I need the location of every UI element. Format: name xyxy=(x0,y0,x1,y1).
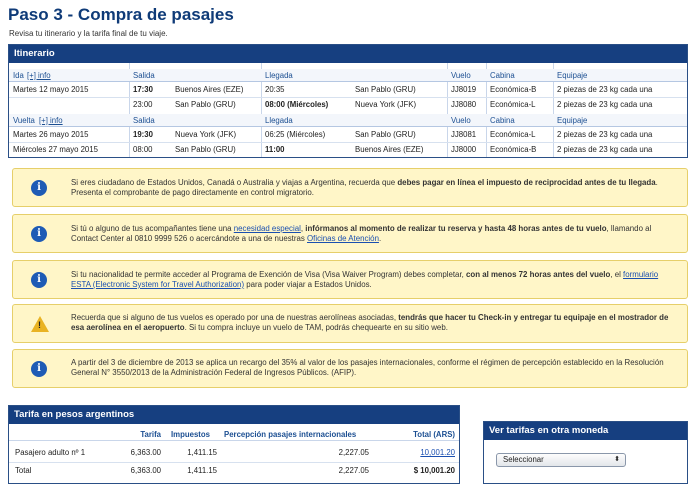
col-llegada: Llegada xyxy=(265,116,293,125)
baggage-allowance: 2 piezas de 23 kg cada una xyxy=(557,100,653,109)
currency-panel: Ver tarifas en otra moneda Seleccionar ⬍ xyxy=(483,421,688,484)
flight-date: Miércoles 27 mayo 2015 xyxy=(13,145,98,154)
flight-date: Martes 26 mayo 2015 xyxy=(13,130,89,139)
departure-city: San Pablo (GRU) xyxy=(175,100,236,109)
col-total: Total (ARS) xyxy=(413,430,455,439)
warning-icon: ! xyxy=(31,316,49,332)
taxes-value: 1,411.15 xyxy=(187,448,217,457)
baggage-allowance: 2 piezas de 23 kg cada una xyxy=(557,85,653,94)
fare-panel: Tarifa en pesos argentinos Tarifa Impues… xyxy=(8,405,460,484)
currency-select-value: Seleccionar xyxy=(503,455,544,464)
col-cabina: Cabina xyxy=(490,71,515,80)
cabin-class: Económica-B xyxy=(490,85,537,94)
currency-select[interactable]: Seleccionar ⬍ xyxy=(496,453,626,467)
col-llegada: Llegada xyxy=(265,71,293,80)
flight-number: JJ8081 xyxy=(451,130,477,139)
notice-partner-airline: ! Recuerda que si alguno de tus vuelos e… xyxy=(12,304,688,343)
notice-afip-surcharge: i A partir del 3 de diciembre de 2013 se… xyxy=(12,349,688,388)
info-icon: i xyxy=(31,226,47,242)
info-icon: i xyxy=(31,361,47,377)
col-equipaje: Equipaje xyxy=(557,71,588,80)
departure-time: 23:00 xyxy=(133,100,153,109)
itinerary-row: 23:00 San Pablo (GRU) 08:00 (Miércoles) … xyxy=(9,98,687,111)
notice-text: Si eres ciudadano de Estados Unidos, Can… xyxy=(71,178,658,197)
ida-header-row: Ida [+] info Salida Llegada Vuelo Cabina… xyxy=(9,69,687,82)
col-equipaje: Equipaje xyxy=(557,116,588,125)
itinerary-panel: Itinerario Ida [+] info Salida Llegada V… xyxy=(8,44,688,158)
flight-number: JJ8000 xyxy=(451,145,477,154)
fare-header: Tarifa en pesos argentinos xyxy=(9,406,459,424)
itinerary-row: Martes 12 mayo 2015 17:30 Buenos Aires (… xyxy=(9,83,687,96)
arrival-city: San Pablo (GRU) xyxy=(355,85,416,94)
itinerary-row: Martes 26 mayo 2015 19:30 Nueva York (JF… xyxy=(9,128,687,141)
arrival-time: 06:25 (Miércoles) xyxy=(265,130,326,139)
col-salida: Salida xyxy=(133,116,155,125)
passenger-label: Pasajero adulto nº 1 xyxy=(15,448,86,457)
page-title: Paso 3 - Compra de pasajes xyxy=(8,5,234,24)
fare-total-link[interactable]: 10,001.20 xyxy=(379,446,455,459)
info-icon: i xyxy=(31,272,47,288)
vuelta-info-link[interactable]: [+] info xyxy=(39,114,63,127)
departure-time: 19:30 xyxy=(133,130,153,139)
total-fare: 6,363.00 xyxy=(130,466,161,475)
col-vuelo: Vuelo xyxy=(451,71,471,80)
col-salida: Salida xyxy=(133,71,155,80)
col-cabina: Cabina xyxy=(490,116,515,125)
notice-reciprocity: i Si eres ciudadano de Estados Unidos, C… xyxy=(12,168,688,207)
ida-label: Ida xyxy=(13,71,24,80)
fare-value: 6,363.00 xyxy=(130,448,161,457)
departure-city: San Pablo (GRU) xyxy=(175,145,236,154)
total-label: Total xyxy=(15,466,32,475)
baggage-allowance: 2 piezas de 23 kg cada una xyxy=(557,130,653,139)
fare-total-row: Total 6,363.00 1,411.15 2,227.05 $ 10,00… xyxy=(9,464,459,477)
flight-date: Martes 12 mayo 2015 xyxy=(13,85,89,94)
grand-total: $ 10,001.20 xyxy=(413,466,455,475)
total-taxes: 1,411.15 xyxy=(187,466,217,475)
info-icon: i xyxy=(31,180,47,196)
total-perception: 2,227.05 xyxy=(338,466,369,475)
baggage-allowance: 2 piezas de 23 kg cada una xyxy=(557,145,653,154)
notice-text: Si tú o alguno de tus acompañantes tiene… xyxy=(71,224,652,243)
col-impuestos: Impuestos xyxy=(171,430,210,439)
arrival-city: San Pablo (GRU) xyxy=(355,130,416,139)
departure-time: 08:00 xyxy=(133,145,153,154)
arrival-time: 20:35 xyxy=(265,85,285,94)
flight-number: JJ8019 xyxy=(451,85,477,94)
notice-visa-waiver: i Si tu nacionalidad te permite acceder … xyxy=(12,260,688,299)
cabin-class: Económica-L xyxy=(490,130,536,139)
perception-value: 2,227.05 xyxy=(338,448,369,457)
arrival-city: Nueva York (JFK) xyxy=(355,100,417,109)
departure-time: 17:30 xyxy=(133,85,153,94)
col-vuelo: Vuelo xyxy=(451,116,471,125)
cabin-class: Económica-L xyxy=(490,100,536,109)
arrival-time: 11:00 xyxy=(265,145,285,154)
arrival-time: 08:00 (Miércoles) xyxy=(265,100,329,109)
itinerary-row: Miércoles 27 mayo 2015 08:00 San Pablo (… xyxy=(9,143,687,156)
page-subtitle: Revisa tu itinerario y la tarifa final d… xyxy=(9,29,168,38)
cabin-class: Económica-B xyxy=(490,145,537,154)
vuelta-label: Vuelta xyxy=(13,116,35,125)
fare-header-row: Tarifa Impuestos Percepción pasajes inte… xyxy=(9,428,459,441)
notice-text: Recuerda que si alguno de tus vuelos es … xyxy=(71,313,669,332)
vuelta-header-row: Vuelta [+] info Salida Llegada Vuelo Cab… xyxy=(9,114,687,127)
col-tarifa: Tarifa xyxy=(140,430,161,439)
col-percepcion: Percepción pasajes internacionales xyxy=(224,430,357,439)
chevron-updown-icon: ⬍ xyxy=(614,456,620,463)
notice-special-needs: i Si tú o alguno de tus acompañantes tie… xyxy=(12,214,688,253)
fare-row: Pasajero adulto nº 1 6,363.00 1,411.15 2… xyxy=(9,446,459,459)
currency-header: Ver tarifas en otra moneda xyxy=(484,422,687,440)
ida-info-link[interactable]: [+] info xyxy=(27,69,51,82)
special-needs-link[interactable]: necesidad especial xyxy=(234,224,301,233)
service-offices-link[interactable]: Oficinas de Atención xyxy=(307,234,379,243)
arrival-city: Buenos Aires (EZE) xyxy=(355,145,424,154)
flight-number: JJ8080 xyxy=(451,100,477,109)
departure-city: Nueva York (JFK) xyxy=(175,130,237,139)
notice-text: Si tu nacionalidad te permite acceder al… xyxy=(71,270,659,289)
departure-city: Buenos Aires (EZE) xyxy=(175,85,244,94)
notice-text: A partir del 3 de diciembre de 2013 se a… xyxy=(71,358,664,377)
itinerary-header: Itinerario xyxy=(9,45,687,63)
